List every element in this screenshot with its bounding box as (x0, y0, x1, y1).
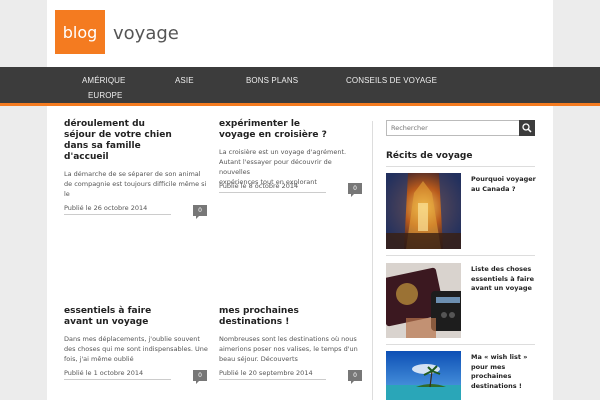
post-excerpt: La démarche de se séparer de son animal … (64, 169, 209, 199)
post-title-line: voyage en croisière ? (219, 130, 327, 140)
recit-title-line: Pourquoi voyager (471, 175, 536, 183)
recit-title[interactable]: Liste des choses essentiels à faire avan… (471, 265, 537, 294)
recit-title-line: au Canada ? (471, 184, 516, 193)
recit-title-line: Liste des choses (471, 265, 532, 273)
post-title-line: mes prochaines (219, 306, 299, 316)
post-title-line: destinations ! (219, 317, 290, 327)
sidebar-divider (372, 121, 373, 400)
recit-title[interactable]: Ma « wish list » pour mes prochaines des… (471, 353, 537, 391)
sidebar-divider-line (386, 344, 535, 345)
excerpt-line: Nombreuses sont les destinations où nous (219, 335, 357, 343)
comment-count-badge[interactable]: 0 (348, 370, 362, 384)
recit-title-line: prochaines (471, 372, 512, 380)
post-excerpt: Dans mes déplacements, j'oublie souvent … (64, 334, 209, 364)
excerpt-line: beau séjour. Découverts (219, 355, 298, 363)
post-title-line: avant un voyage (64, 317, 149, 327)
nav-item-conseils[interactable]: CONSEILS DE VOYAGE (346, 76, 437, 85)
cathedral-image (386, 173, 461, 249)
post-excerpt: La croisière est un voyage d'agrément. A… (219, 147, 364, 187)
search-button[interactable] (519, 120, 535, 136)
logo-box[interactable]: blog (55, 10, 105, 54)
beach-photo[interactable] (386, 351, 461, 400)
passport-photo[interactable] (386, 263, 461, 338)
beach-image (386, 351, 461, 400)
post-date: Publié le 26 octobre 2014 (64, 204, 171, 215)
post-title[interactable]: essentiels à faire avant un voyage (64, 306, 209, 328)
post-title-line: séjour de votre chien (64, 130, 172, 140)
excerpt-line: des choses qui me sont indispensables. U… (64, 345, 208, 353)
post-card: mes prochaines destinations ! Nombreuses… (219, 306, 364, 364)
post-card: essentiels à faire avant un voyage Dans … (64, 306, 209, 364)
post-date: Publié le 1 octobre 2014 (64, 369, 171, 380)
sidebar-recits-title: Récits de voyage (386, 151, 473, 161)
recit-title-line: destinations ! (471, 381, 522, 390)
comment-count-badge[interactable]: 0 (193, 370, 207, 384)
excerpt-line: La croisière est un voyage d'agrément. (219, 148, 347, 156)
search-input[interactable] (386, 120, 520, 136)
post-title-line: expérimenter le (219, 119, 301, 129)
recit-title-line: Ma « wish list » (471, 353, 528, 361)
main-content: déroulement du séjour de votre chien dan… (47, 109, 553, 400)
post-title-line: essentiels à faire (64, 306, 152, 316)
post-card: déroulement du séjour de votre chien dan… (64, 119, 209, 199)
search-icon (522, 123, 532, 133)
post-title-line: d'accueil (64, 152, 109, 162)
excerpt-line: de compagnie est toujours difficile même… (64, 180, 207, 188)
comment-count-badge[interactable]: 0 (348, 183, 362, 197)
sidebar-divider-line (386, 255, 535, 256)
cathedral-photo[interactable] (386, 173, 461, 249)
logo-text[interactable]: voyage (113, 23, 179, 44)
site-header: blog voyage (47, 0, 553, 67)
post-title-line: dans sa famille (64, 141, 141, 151)
post-title[interactable]: mes prochaines destinations ! (219, 306, 364, 328)
recit-title[interactable]: Pourquoi voyager au Canada ? (471, 175, 537, 194)
nav-item-bons-plans[interactable]: BONS PLANS (246, 76, 298, 85)
excerpt-line: le (64, 190, 70, 198)
recit-title-line: pour mes (471, 362, 506, 371)
excerpt-line: La démarche de se séparer de son animal (64, 170, 201, 178)
nav-item-asie[interactable]: ASIE (175, 76, 194, 85)
excerpt-line: Dans mes déplacements, j'oublie souvent (64, 335, 200, 343)
sidebar-divider-line (386, 166, 535, 167)
comment-count-badge[interactable]: 0 (193, 205, 207, 219)
excerpt-line: Autant l'essayer pour découvrir de nouve… (219, 158, 332, 176)
post-date: Publié le 8 octobre 2014 (219, 182, 326, 193)
logo-box-text: blog (62, 22, 98, 42)
excerpt-line: aimerions poser nos valises, le temps d'… (219, 345, 358, 353)
main-navigation: AMÉRIQUE ASIE BONS PLANS CONSEILS DE VOY… (0, 67, 600, 106)
post-card: expérimenter le voyage en croisière ? La… (219, 119, 364, 187)
post-title[interactable]: déroulement du séjour de votre chien dan… (64, 119, 209, 163)
excerpt-line: fois, j'ai même oublié (64, 355, 134, 363)
passport-image (386, 263, 461, 338)
post-excerpt: Nombreuses sont les destinations où nous… (219, 334, 364, 364)
post-title-line: déroulement du (64, 119, 145, 129)
recit-title-line: avant un voyage (471, 284, 532, 292)
nav-item-amerique[interactable]: AMÉRIQUE (82, 76, 125, 85)
recit-title-line: essentiels à faire (471, 274, 534, 283)
nav-item-europe[interactable]: EUROPE (88, 91, 122, 100)
post-date: Publié le 20 septembre 2014 (219, 369, 326, 380)
post-title[interactable]: expérimenter le voyage en croisière ? (219, 119, 364, 141)
